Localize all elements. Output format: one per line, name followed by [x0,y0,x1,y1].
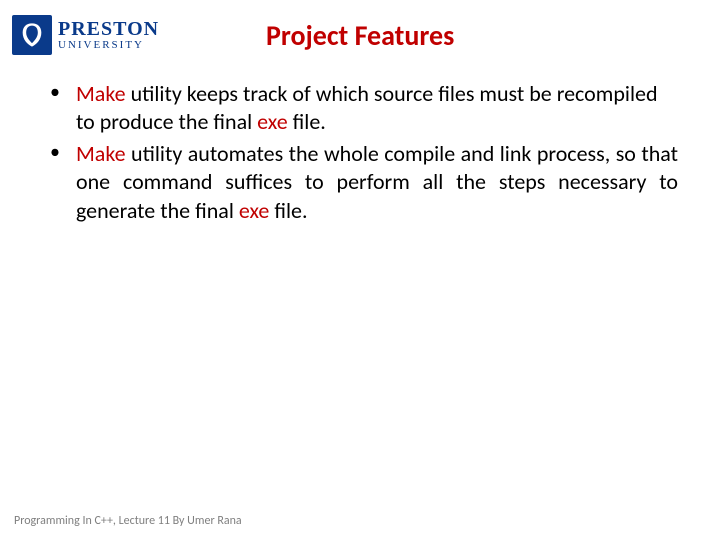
university-logo: PRESTON UNIVERSITY [12,15,210,55]
footer-text: Programming In C++, Lecture 11 By Umer R… [14,514,242,528]
text-segment: utility keeps track of which source file… [76,80,658,135]
logo-text: PRESTON UNIVERSITY [58,19,159,51]
keyword: Make [76,140,126,167]
text-segment: file. [269,197,307,224]
keyword: Make [76,80,126,107]
header: PRESTON UNIVERSITY Project Features [0,0,720,58]
slide-title: Project Features [210,18,720,53]
text-segment: file. [288,108,326,135]
keyword: exe [239,197,270,224]
keyword: exe [257,108,288,135]
crest-icon [12,15,52,55]
bullet-item: Make utility automates the whole compile… [42,140,678,224]
logo-sub: UNIVERSITY [58,40,159,51]
content: Make utility keeps track of which source… [0,58,720,225]
bullet-list: Make utility keeps track of which source… [42,80,678,225]
text-segment: utility automates the whole compile and … [76,140,678,223]
logo-main: PRESTON [58,19,159,39]
bullet-item: Make utility keeps track of which source… [42,80,678,136]
